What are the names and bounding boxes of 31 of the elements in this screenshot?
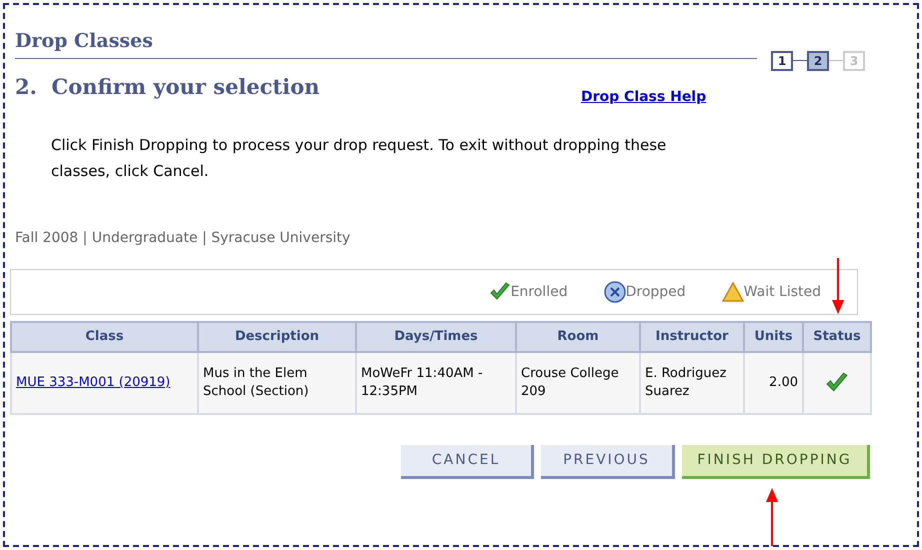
instructions-text: Click Finish Dropping to process your drop request. To exit without dropping these classes, click Cancel. <box>51 135 668 182</box>
column-header: Units <box>744 322 803 352</box>
help-link[interactable]: Drop Class Help <box>581 87 706 108</box>
legend-label: Wait Listed <box>744 282 821 302</box>
page-title: Drop Classes <box>15 29 154 54</box>
x-circle-icon <box>604 281 626 303</box>
table-cell: MoWeFr 11:40AM - 12:35PM <box>356 352 516 414</box>
column-header: Description <box>198 322 356 352</box>
column-header: Room <box>516 322 640 352</box>
step-indicator: 2 <box>807 50 829 70</box>
class-link[interactable]: MUE 333-M001 (20919) <box>16 375 170 390</box>
table-cell: Mus in the Elem School (Section) <box>198 352 356 414</box>
annotation-arrow <box>831 258 845 314</box>
action-button[interactable]: FINISH DROPPING <box>682 445 870 479</box>
column-header: Days/Times <box>356 322 516 352</box>
action-button[interactable]: PREVIOUS <box>541 445 675 479</box>
step-indicator: 3 <box>843 50 865 70</box>
column-header: Status <box>803 322 871 352</box>
legend-label: Enrolled <box>510 282 568 302</box>
column-header: Instructor <box>640 322 744 352</box>
action-button[interactable]: CANCEL <box>401 445 534 479</box>
section-heading: 2. Confirm your selection <box>15 72 321 101</box>
table-cell: E. Rodriguez Suarez <box>640 352 744 414</box>
step-indicator: 1 <box>771 50 793 70</box>
warning-icon <box>722 281 744 303</box>
term-info: Fall 2008 | Undergraduate | Syracuse University <box>15 229 352 248</box>
annotation-arrow <box>765 488 779 546</box>
column-header: Class <box>11 322 198 352</box>
table-cell: Crouse College 209 <box>516 352 640 414</box>
table-cell: 2.00 <box>744 352 803 414</box>
legend-label: Dropped <box>626 282 686 302</box>
